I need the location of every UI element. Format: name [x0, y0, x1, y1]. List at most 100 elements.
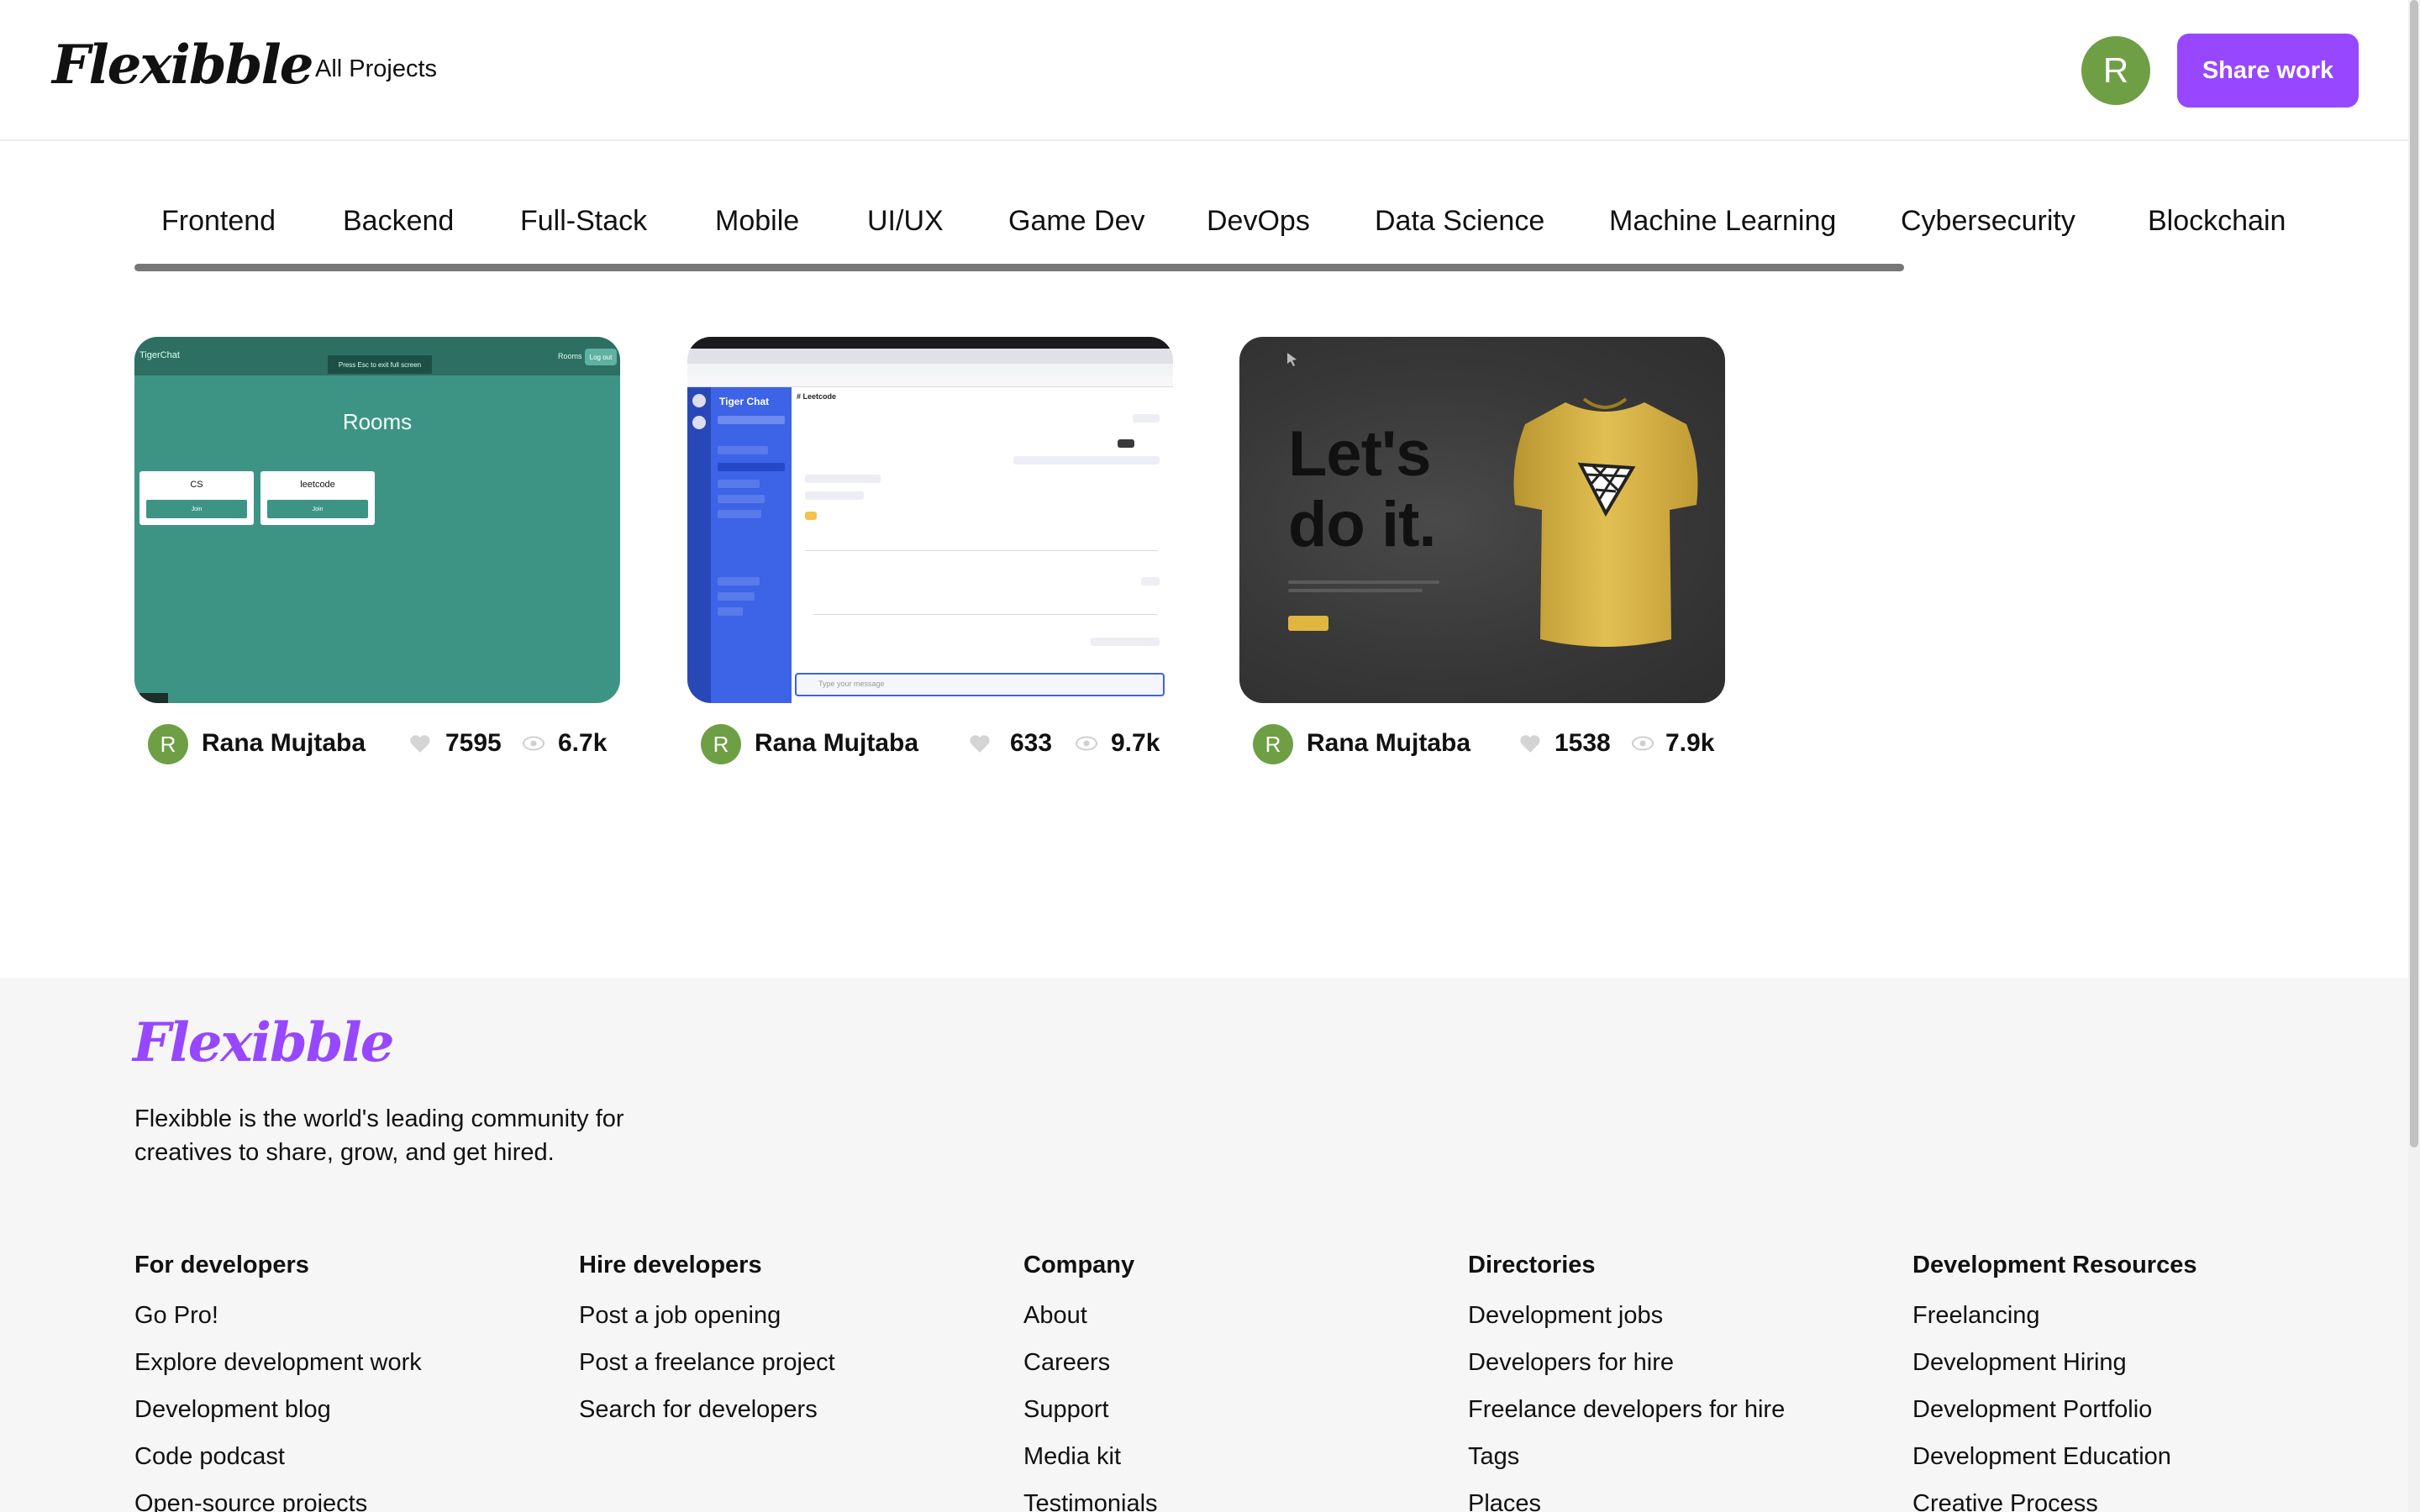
author-name[interactable]: Rana Mujtaba	[1307, 729, 1470, 758]
app-rail	[687, 387, 711, 703]
footer-logo[interactable]: Flexibble	[133, 1011, 394, 1074]
category-blockchain[interactable]: Blockchain	[2148, 205, 2286, 238]
footer-link[interactable]: Media kit	[1023, 1442, 1158, 1489]
rail-avatar	[692, 394, 706, 407]
sidebar-row	[718, 480, 760, 488]
footer-link[interactable]: Go Pro!	[134, 1301, 422, 1348]
footer-link[interactable]: Development Hiring	[1912, 1348, 2196, 1395]
footer-link[interactable]: Development Education	[1912, 1442, 2196, 1489]
user-avatar[interactable]: R	[2081, 36, 2150, 105]
room-name: CS	[190, 480, 203, 490]
category-full-stack[interactable]: Full-Stack	[520, 205, 647, 238]
view-count: 9.7k	[1111, 729, 1160, 757]
footer-link[interactable]: About	[1023, 1301, 1158, 1348]
chat-sidebar-title: Tiger Chat	[719, 396, 770, 407]
footer-link[interactable]: Developers for hire	[1468, 1348, 1785, 1395]
footer-link[interactable]: Places	[1468, 1489, 1785, 1512]
message-input: Type your message	[795, 673, 1165, 696]
author-name[interactable]: Rana Mujtaba	[755, 729, 918, 758]
project-meta: R Rana Mujtaba 1538 7.9k	[1239, 722, 1725, 764]
category-scrollbar[interactable]	[134, 264, 1904, 271]
author-avatar[interactable]: R	[1253, 724, 1293, 764]
category-backend[interactable]: Backend	[343, 205, 454, 238]
project-thumbnail[interactable]: TigerChat Press Esc to exit full screen …	[134, 337, 620, 703]
message-bubble	[1091, 638, 1160, 646]
author-name[interactable]: Rana Mujtaba	[202, 729, 366, 758]
message-bubble	[1141, 577, 1160, 585]
category-filter: Frontend Backend Full-Stack Mobile UI/UX…	[134, 193, 2286, 269]
footer-link[interactable]: Testimonials	[1023, 1489, 1158, 1512]
category-mobile[interactable]: Mobile	[715, 205, 799, 238]
customize-button	[1288, 616, 1328, 631]
footer-column-title: Directories	[1468, 1252, 1596, 1278]
channel-title: # Leetcode	[797, 392, 837, 401]
project-meta: R Rana Mujtaba 633 9.7k	[687, 722, 1173, 764]
project-thumbnail[interactable]: Tiger Chat # Leetcode Type your message	[687, 337, 1173, 703]
project-thumbnail[interactable]: Let's do it.	[1239, 337, 1725, 703]
footer-link[interactable]: Freelance developers for hire	[1468, 1395, 1785, 1442]
footer-link[interactable]: Development Portfolio	[1912, 1395, 2196, 1442]
footer-link[interactable]: Search for developers	[579, 1395, 835, 1442]
flexibble-logo[interactable]: Flexibble	[52, 34, 313, 97]
share-work-button[interactable]: Share work	[2177, 34, 2359, 108]
sidebar-row	[718, 495, 765, 503]
heart-icon[interactable]	[968, 733, 992, 753]
footer-column: Company About Careers Support Media kit …	[1023, 1252, 1158, 1512]
footer-link[interactable]: Freelancing	[1912, 1301, 2196, 1348]
footer-link[interactable]: Support	[1023, 1395, 1158, 1442]
author-avatar[interactable]: R	[148, 724, 188, 764]
footer-link[interactable]: Development jobs	[1468, 1301, 1785, 1348]
room-card: leetcode Join	[260, 471, 375, 525]
category-ui-ux[interactable]: UI/UX	[867, 205, 944, 238]
footer-link[interactable]: Creative Process	[1912, 1489, 2196, 1512]
page-scrollbar-thumb[interactable]	[2410, 0, 2418, 1147]
category-machine-learning[interactable]: Machine Learning	[1609, 205, 1836, 238]
chat-sidebar: Tiger Chat	[711, 387, 792, 703]
like-count: 633	[1010, 729, 1053, 757]
rail-add	[692, 416, 706, 429]
category-frontend[interactable]: Frontend	[161, 205, 276, 238]
footer-link[interactable]: Open-source projects	[134, 1489, 422, 1512]
app-label: TigerChat	[139, 350, 180, 360]
emoji	[805, 512, 817, 520]
footer-link[interactable]: Post a freelance project	[579, 1348, 835, 1395]
message-bubble	[1118, 439, 1134, 448]
rooms-nav: Rooms	[558, 352, 582, 360]
eye-icon	[1632, 736, 1654, 751]
project-card: TigerChat Press Esc to exit full screen …	[134, 337, 620, 764]
category-devops[interactable]: DevOps	[1207, 205, 1310, 238]
category-cybersecurity[interactable]: Cybersecurity	[1901, 205, 2075, 238]
category-game-dev[interactable]: Game Dev	[1008, 205, 1145, 238]
message-bubble	[805, 491, 864, 500]
footer-link[interactable]: Development blog	[134, 1395, 422, 1442]
hero-subtext	[1288, 580, 1439, 584]
sidebar-row	[718, 463, 785, 471]
cursor-icon	[1287, 353, 1297, 366]
tshirt-image	[1513, 397, 1698, 647]
sidebar-row	[718, 446, 768, 454]
footer-link[interactable]: Tags	[1468, 1442, 1785, 1489]
footer-link[interactable]: Careers	[1023, 1348, 1158, 1395]
footer-column: Development Resources Freelancing Develo…	[1912, 1252, 2196, 1512]
sidebar-row	[718, 510, 761, 518]
author-avatar[interactable]: R	[701, 724, 741, 764]
message-input-placeholder: Type your message	[818, 680, 885, 688]
slogan-line: Let's	[1288, 418, 1431, 490]
heart-icon[interactable]	[408, 733, 432, 753]
category-data-science[interactable]: Data Science	[1375, 205, 1544, 238]
hero-subtext	[1288, 589, 1423, 592]
footer-column: Hire developers Post a job opening Post …	[579, 1252, 835, 1442]
footer-column-title: Company	[1023, 1252, 1135, 1278]
footer-link[interactable]: Post a job opening	[579, 1301, 835, 1348]
room-card: CS Join	[139, 471, 254, 525]
sidebar-row	[718, 577, 760, 585]
footer-link[interactable]: Code podcast	[134, 1442, 422, 1489]
all-projects-link[interactable]: All Projects	[315, 55, 437, 83]
view-count: 7.9k	[1665, 729, 1715, 757]
heart-icon[interactable]	[1518, 733, 1542, 753]
hero-slogan: Let's do it.	[1288, 419, 1507, 560]
date-divider	[813, 614, 1158, 615]
footer-link[interactable]: Explore development work	[134, 1348, 422, 1395]
message-bubble	[805, 475, 881, 483]
footer-column: For developers Go Pro! Explore developme…	[134, 1252, 422, 1512]
